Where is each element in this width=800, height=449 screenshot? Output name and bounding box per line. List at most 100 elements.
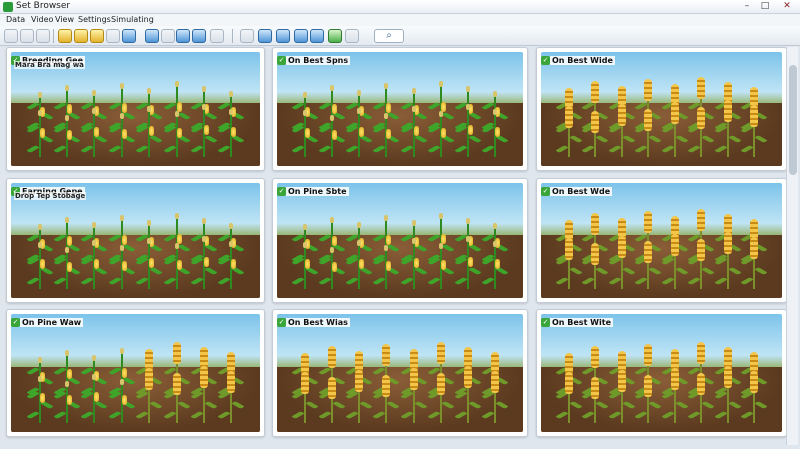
wheat-plant: [635, 240, 662, 289]
chain-icon[interactable]: [276, 29, 290, 43]
crop-panel[interactable]: ✓Breeding GeeMara Bra mag wa: [6, 47, 265, 171]
crop-scene-image: [277, 314, 523, 432]
close-button[interactable]: ✕: [776, 1, 798, 12]
wheat-plant: [741, 370, 768, 423]
corn-plant: [346, 107, 373, 157]
layers-icon[interactable]: [345, 29, 359, 43]
title-bar: Set Browser – □ ✕: [0, 0, 800, 14]
wheat-plant: [135, 367, 163, 423]
panel-title: On Best Wias: [286, 318, 350, 327]
corn-plant: [135, 237, 163, 289]
crop-scene-image: [541, 183, 782, 298]
wheat-plant: [688, 106, 715, 157]
tile-icon[interactable]: [192, 29, 206, 43]
checkmark-icon[interactable]: ✓: [541, 56, 550, 65]
seed-icon[interactable]: [58, 29, 72, 43]
corn-plant: [190, 103, 218, 157]
rotate-icon[interactable]: [20, 29, 34, 43]
crop-panel[interactable]: ✓ On Best Spns: [272, 47, 528, 171]
corn-plant: [81, 107, 108, 157]
plant-row: [26, 103, 245, 157]
panel-label: ✓ On Pine Waw: [11, 312, 84, 331]
window-title: Set Browser: [16, 1, 71, 11]
checkmark-icon[interactable]: ✓: [277, 318, 286, 327]
maximize-button[interactable]: □: [758, 1, 772, 12]
wheat-plant: [741, 236, 768, 289]
crop-panel[interactable]: ✓Earning GepeDrop Tep Stobage: [6, 178, 265, 303]
panel-label: ✓ On Best Wide: [541, 50, 615, 69]
vertical-scrollbar[interactable]: [786, 47, 798, 445]
panel-label: ✓ On Pine Sbte: [277, 181, 349, 200]
camera-icon[interactable]: [294, 29, 308, 43]
checkmark-icon[interactable]: ✓: [11, 318, 20, 327]
plant-row: [292, 235, 509, 289]
wheat-plant: [400, 367, 427, 423]
sun-icon[interactable]: [328, 29, 342, 43]
corn-plant: [454, 103, 481, 157]
wheat-plant: [582, 242, 609, 289]
checkmark-icon[interactable]: ✓: [541, 318, 550, 327]
arrow-icon[interactable]: [210, 29, 224, 43]
panel-title: On Best Wde: [550, 187, 613, 196]
crop-panel[interactable]: ✓ On Pine Waw: [6, 309, 265, 437]
wheat-plant: [714, 99, 741, 157]
water-icon[interactable]: [258, 29, 272, 43]
minimize-button[interactable]: –: [740, 1, 754, 12]
crop-panel[interactable]: ✓ On Best Wide: [536, 47, 787, 171]
panel-title: On Best Wite: [550, 318, 613, 327]
move-icon[interactable]: [106, 29, 120, 43]
crop-panel[interactable]: ✓ On Best Wias: [272, 309, 528, 437]
menu-item-simulating[interactable]: Simulating: [111, 15, 154, 24]
wheat-plant: [608, 369, 635, 423]
corn-plant: [454, 235, 481, 289]
crop-scene-image: [11, 314, 260, 432]
wheat-plant: [741, 104, 768, 157]
app-icon: [3, 2, 13, 12]
save-icon[interactable]: [176, 29, 190, 43]
dropdown-icon[interactable]: [161, 29, 175, 43]
menu-item-settings[interactable]: Settings: [78, 15, 111, 24]
wheat-plant: [608, 103, 635, 157]
panel-title: On Pine Sbte: [286, 187, 349, 196]
panel-label: ✓ On Best Wite: [541, 312, 613, 331]
plant-row: [26, 235, 245, 289]
plant-icon[interactable]: [310, 29, 324, 43]
corn-icon[interactable]: [74, 29, 88, 43]
crop-panel[interactable]: ✓ On Best Wite: [536, 309, 787, 437]
harvest-icon[interactable]: [90, 29, 104, 43]
checkmark-icon[interactable]: ✓: [277, 56, 286, 65]
panel-subtitle: Mara Bra mag wa: [14, 61, 85, 69]
scroll-thumb[interactable]: [789, 65, 797, 175]
wheat-plant: [190, 365, 218, 423]
menu-bar: Data Video View Settings Simulating: [0, 14, 800, 26]
crop-scene-image: [277, 183, 523, 298]
corn-plant: [53, 380, 81, 423]
menu-item-video[interactable]: Video: [31, 15, 53, 24]
plant-row: [292, 365, 509, 423]
wheat-plant: [481, 370, 508, 423]
pen-icon[interactable]: [240, 29, 254, 43]
wheat-plant: [582, 110, 609, 157]
select-icon[interactable]: [36, 29, 50, 43]
crop-panel[interactable]: ✓ On Best Wde: [536, 178, 787, 303]
link-icon[interactable]: [122, 29, 136, 43]
menu-item-data[interactable]: Data: [6, 15, 25, 24]
crop-panel[interactable]: ✓ On Pine Sbte: [272, 178, 528, 303]
crop-scene-image: [541, 314, 782, 432]
globe-icon[interactable]: [145, 29, 159, 43]
corn-plant: [319, 114, 346, 157]
corn-plant: [373, 244, 400, 289]
zoom-icon[interactable]: [4, 29, 18, 43]
corn-plant: [319, 246, 346, 289]
wheat-plant: [292, 371, 319, 423]
corn-plant: [135, 105, 163, 157]
checkmark-icon[interactable]: ✓: [277, 187, 286, 196]
panel-title: On Best Spns: [286, 56, 351, 65]
corn-plant: [163, 110, 190, 157]
menu-item-view[interactable]: View: [55, 15, 74, 24]
corn-plant: [26, 241, 53, 289]
wheat-plant: [661, 233, 688, 289]
plant-row: [292, 103, 509, 157]
search-button[interactable]: ⌕: [374, 29, 404, 43]
checkmark-icon[interactable]: ✓: [541, 187, 550, 196]
